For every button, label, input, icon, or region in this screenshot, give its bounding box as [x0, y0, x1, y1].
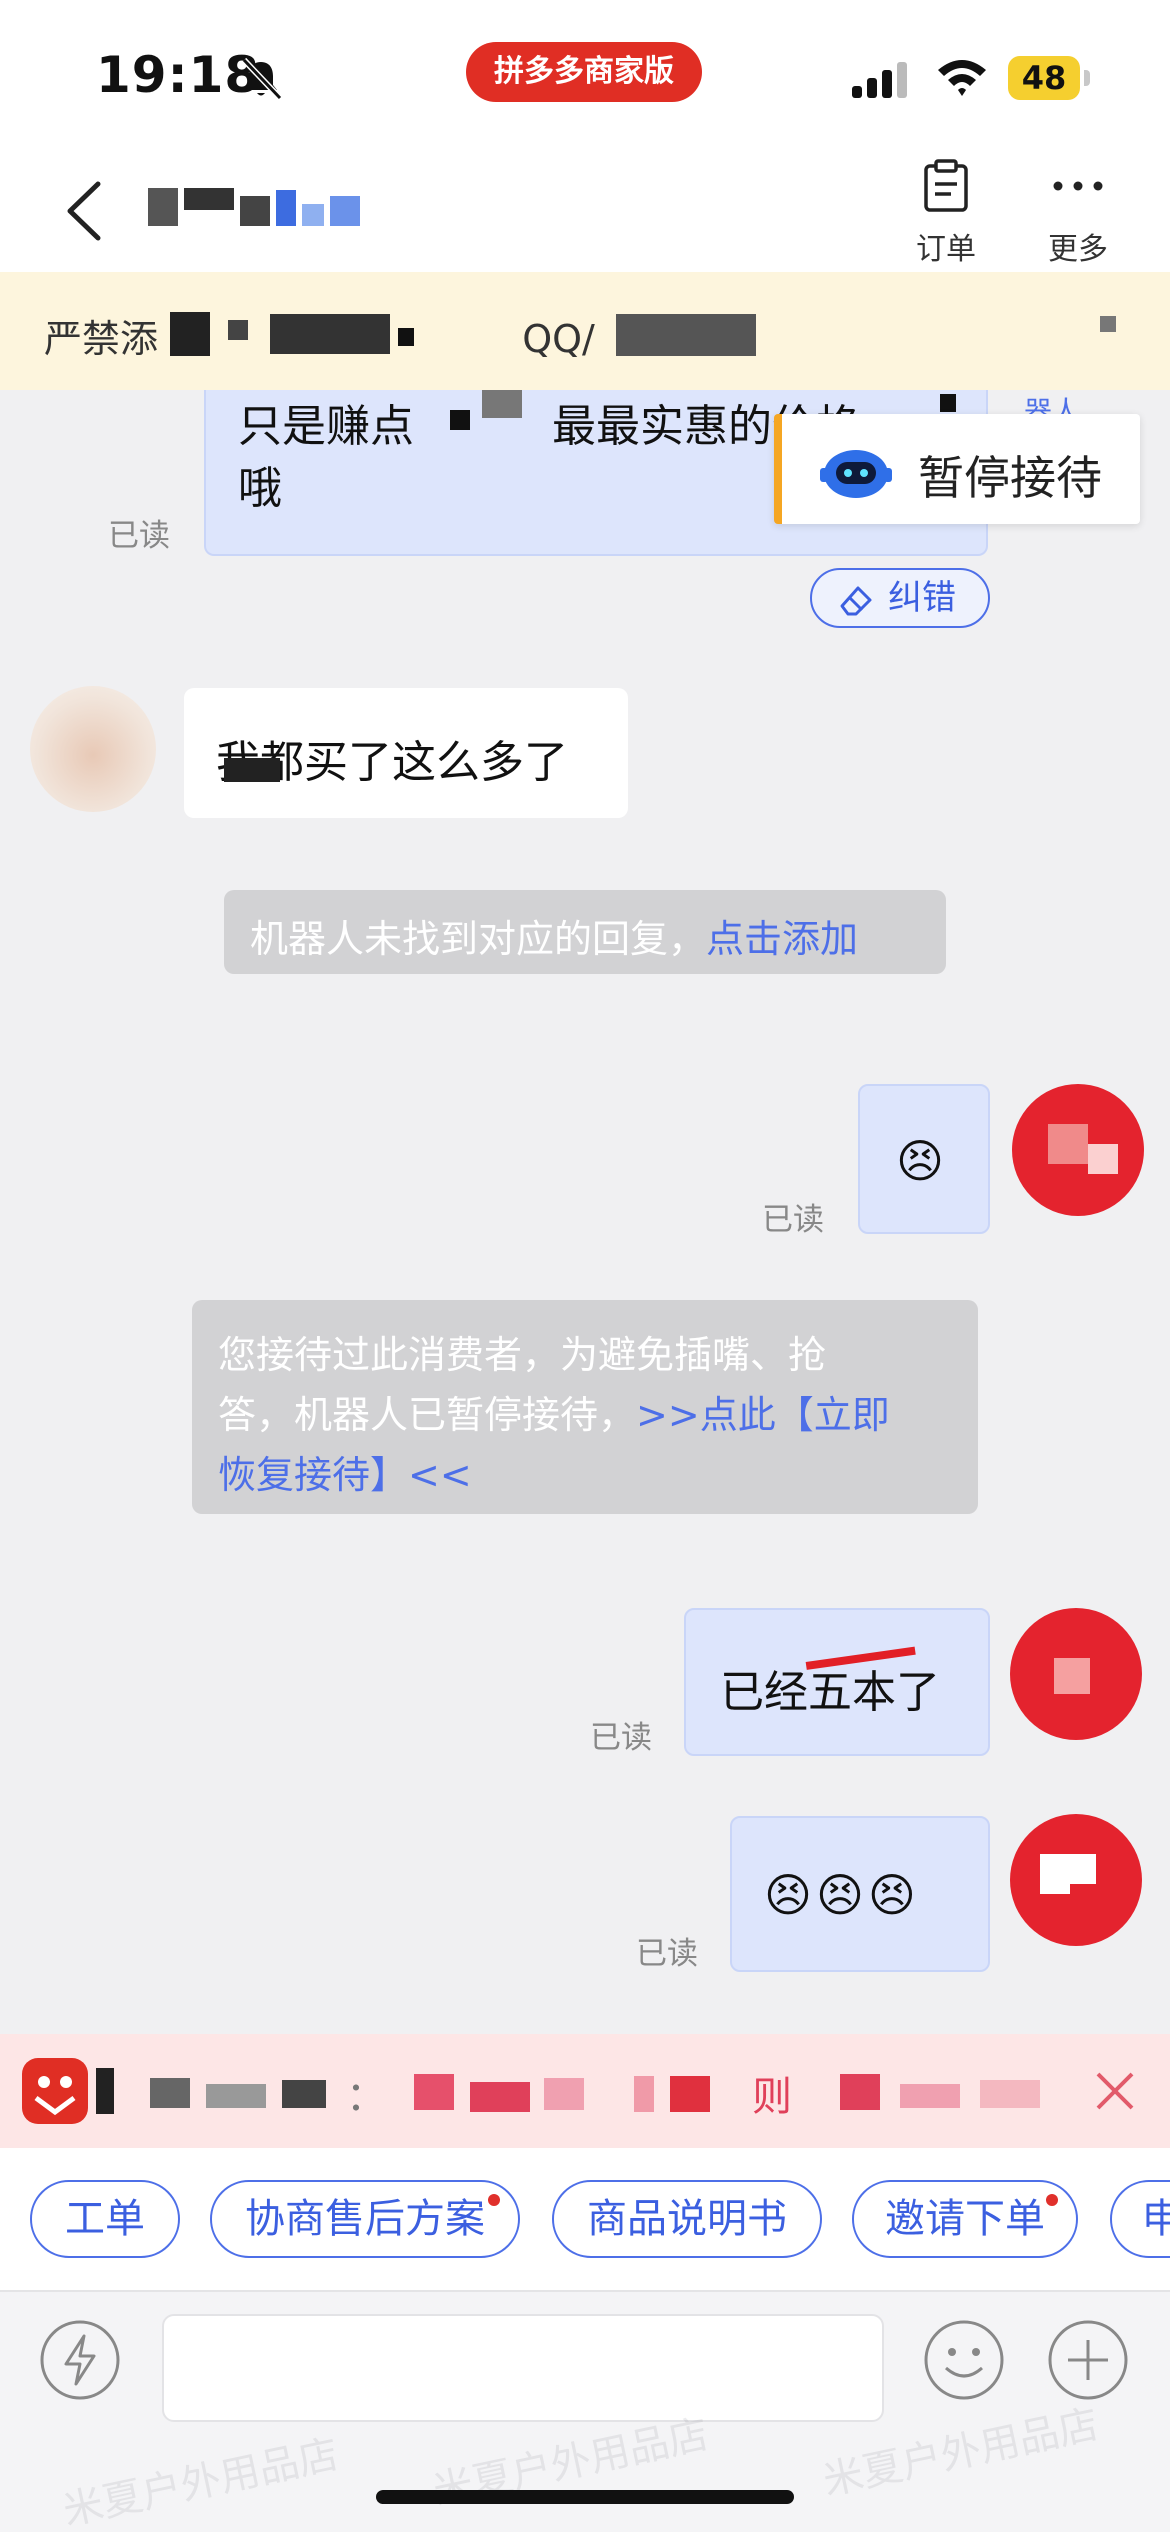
system-message-no-reply: 机器人未找到对应的回复，点击添加	[224, 890, 946, 974]
message-bubble-outgoing: 😣	[858, 1084, 990, 1234]
strip-mosaic	[150, 2078, 190, 2108]
red-dot-badge	[1046, 2194, 1058, 2206]
read-receipt: 已读	[108, 518, 170, 554]
notice-mosaic-2	[228, 320, 248, 340]
more-button[interactable]: 更多	[1018, 154, 1138, 268]
chip-work-order[interactable]: 工单	[30, 2180, 180, 2258]
pause-reception-button[interactable]: 暂停接待	[774, 414, 1140, 524]
notice-text-b: QQ/	[522, 317, 595, 361]
more-dots-icon	[1053, 181, 1103, 191]
message-mosaic	[482, 390, 522, 418]
message-bubble-incoming: 我都买了这么多了	[184, 688, 628, 818]
notice-mosaic-6	[1100, 316, 1116, 332]
chip-product-manual[interactable]: 商品说明书	[552, 2180, 822, 2258]
read-receipt: 已读	[590, 1720, 652, 1756]
strip-mosaic	[544, 2078, 584, 2110]
battery-tip	[1084, 70, 1090, 86]
eraser-icon	[840, 586, 872, 616]
merchant-avatar	[1010, 1608, 1142, 1740]
strip-mosaic	[840, 2074, 880, 2110]
lightning-icon[interactable]	[38, 2318, 122, 2402]
strip-text-b: 则	[752, 2074, 792, 2120]
status-bar: 19:18 拼多多商家版 48	[0, 0, 1170, 150]
customer-avatar	[30, 686, 156, 812]
strip-mosaic	[670, 2076, 710, 2112]
message-mosaic	[940, 394, 956, 412]
system-message-paused: 您接待过此消费者，为避免插嘴、抢 答，机器人已暂停接待，>>点此【立即 恢复接待…	[192, 1300, 978, 1514]
message-text-line1: 只是赚点 最最实惠的价格	[238, 401, 860, 452]
strip-mosaic	[634, 2076, 654, 2112]
robot-icon	[820, 450, 892, 498]
order-label: 订单	[916, 232, 976, 267]
merchant-avatar	[1010, 1814, 1142, 1946]
customer-name-masked	[148, 186, 360, 226]
red-dot-badge	[488, 2194, 500, 2206]
message-bubble-outgoing: 😣😣😣	[730, 1816, 990, 1972]
message-mosaic	[450, 410, 470, 430]
chip-label: 工单	[65, 2196, 145, 2242]
add-reply-link[interactable]: 点击添加	[706, 917, 858, 961]
wifi-icon	[938, 60, 986, 96]
strip-mosaic	[900, 2084, 960, 2108]
back-chevron-icon[interactable]	[60, 178, 110, 244]
chip-invite-order[interactable]: 邀请下单	[852, 2180, 1078, 2258]
strip-text-a: ：	[346, 2074, 386, 2120]
chip-label: 申	[1142, 2196, 1170, 2242]
system-text-line1: 您接待过此消费者，为避免插嘴、抢	[218, 1333, 827, 1377]
chip-label: 商品说明书	[587, 2196, 787, 2242]
read-receipt: 已读	[636, 1936, 698, 1972]
merchant-avatar	[1012, 1084, 1144, 1216]
bell-muted-icon	[241, 57, 283, 101]
status-time: 19:18	[96, 46, 261, 104]
emoji-icon[interactable]	[922, 2318, 1006, 2402]
notice-mosaic-3	[270, 314, 390, 354]
strip-mosaic	[206, 2084, 266, 2108]
chip-label: 邀请下单	[885, 2196, 1045, 2242]
message-bubble-outgoing: 已经五本了	[684, 1608, 990, 1756]
message-mosaic	[224, 758, 280, 782]
chip-aftersale-plan[interactable]: 协商售后方案	[210, 2180, 520, 2258]
chat-header: 订单 更多	[0, 150, 1170, 272]
strip-mosaic	[470, 2082, 530, 2112]
clipboard-icon	[924, 159, 968, 212]
read-receipt: 已读	[762, 1202, 824, 1238]
correct-label: 纠错	[888, 578, 956, 618]
system-text-line2: 答，机器人已暂停接待，>>点此【立即	[218, 1393, 890, 1437]
correct-button[interactable]: 纠错	[810, 568, 990, 628]
strip-mosaic	[414, 2074, 454, 2110]
system-text: 机器人未找到对应的回复，点击添加	[250, 917, 859, 961]
battery-level: 48	[1008, 56, 1080, 100]
resume-reception-link-cont[interactable]: 恢复接待】<<	[218, 1444, 472, 1499]
strip-mosaic	[980, 2080, 1040, 2108]
plus-icon[interactable]	[1046, 2318, 1130, 2402]
emoji-text: 😣	[896, 1134, 944, 1188]
pause-reception-label: 暂停接待	[918, 451, 1102, 505]
cellular-signal-icon	[852, 62, 907, 98]
strip-mosaic	[96, 2068, 114, 2114]
pinduoduo-logo-icon	[22, 2058, 88, 2124]
strip-mosaic	[282, 2080, 326, 2108]
notice-mosaic-4	[398, 328, 414, 346]
notice-mosaic-1	[170, 312, 210, 356]
order-button[interactable]: 订单	[886, 154, 1006, 268]
message-text-line2: 哦	[238, 463, 282, 514]
close-icon[interactable]	[1092, 2068, 1138, 2114]
quick-action-bar: 工单 协商售后方案 商品说明书 邀请下单 申	[0, 2148, 1170, 2290]
app-badge: 拼多多商家版	[466, 42, 702, 102]
notice-mosaic-5	[616, 314, 756, 356]
emoji-text: 😣😣😣	[764, 1868, 920, 1922]
chip-more[interactable]: 申	[1110, 2180, 1170, 2258]
resume-reception-link[interactable]: >>点此【立即	[636, 1393, 890, 1437]
notice-banner: 严禁添 QQ/	[0, 272, 1170, 390]
message-input[interactable]	[162, 2314, 884, 2422]
announcement-strip[interactable]: ： 则	[0, 2034, 1170, 2148]
home-indicator	[376, 2490, 794, 2504]
chip-label: 协商售后方案	[245, 2196, 485, 2242]
more-label: 更多	[1048, 232, 1108, 267]
notice-text-a: 严禁添	[44, 317, 159, 361]
